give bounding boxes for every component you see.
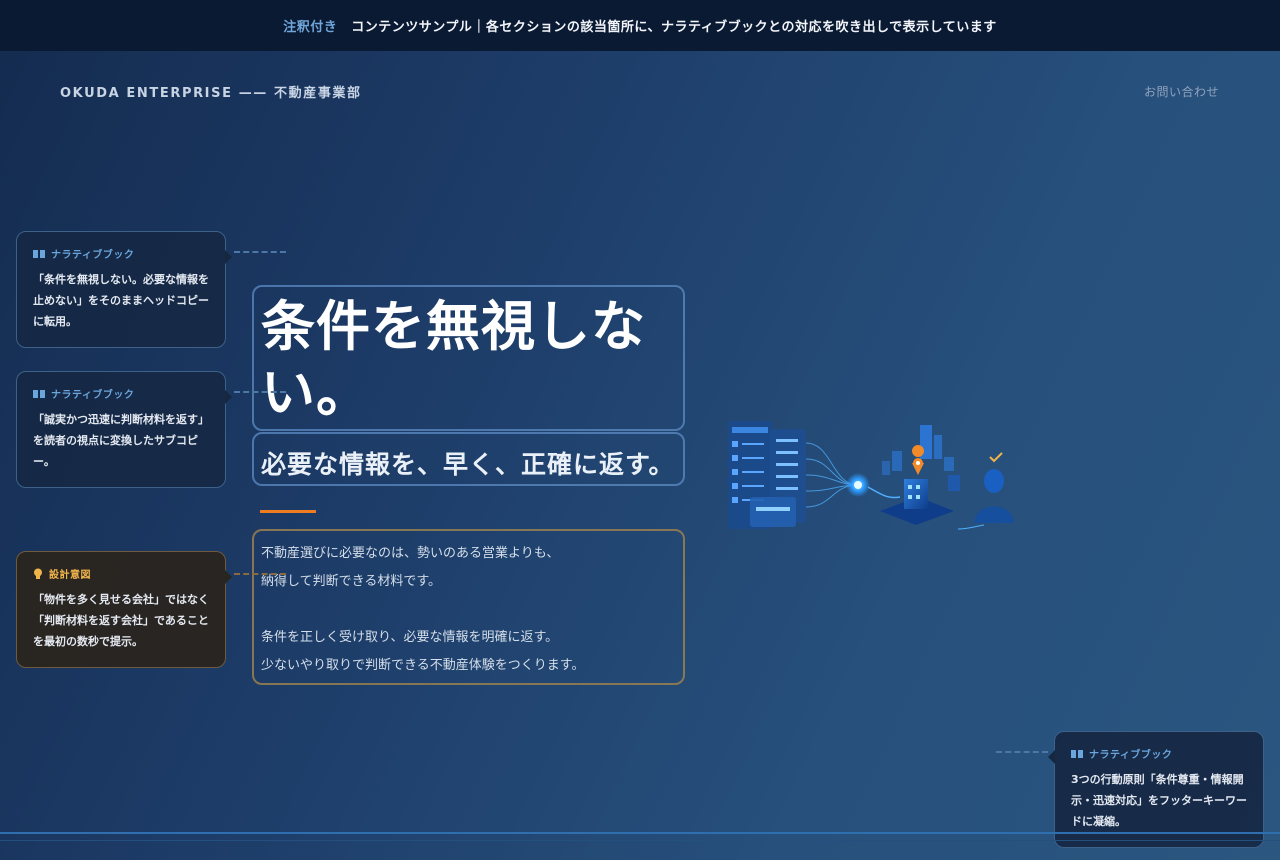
hero-lead: 不動産選びに必要なのは、勢いのある営業よりも、 納得して判断できる材料です。 条… [261,540,681,680]
lightbulb-icon [34,568,42,579]
lead-line: 不動産選びに必要なのは、勢いのある営業よりも、 [261,546,560,561]
book-icon [1071,749,1083,758]
annotation-tag: 注釈付き [283,20,338,35]
location-pin-icon [912,445,925,475]
data-flow-lines [805,442,859,508]
book-icon [33,249,45,258]
real-estate-data-illustration [728,421,1014,530]
note-text: 「条件を無視しない。必要な情報を止めない」をそのままヘッドコピーに転用。 [33,273,209,328]
note-text: 「物件を多く見せる会社」ではなく「判断材料を返す会社」であることを最初の数秒で提… [33,593,209,648]
annotation-banner: 注釈付き コンテンツサンプル｜各セクションの該当箇所に、ナラティブブックとの対応… [0,0,1280,51]
contact-link[interactable]: お問い合わせ [1144,83,1219,100]
checkmark-icon [989,452,1003,463]
accent-rule [260,510,316,513]
lead-line: 条件を正しく受け取り、必要な情報を明確に返す。 [261,630,559,645]
note-text: 「誠実かつ迅速に判断材料を返す」を読者の視点に変換したサブコピー。 [33,413,209,468]
hero-title: 条件を無視しない。 [261,295,646,424]
checklist-document-icon [728,421,806,529]
lead-line: 納得して判断できる材料です。 [261,574,442,589]
note-connector [234,573,286,575]
narrative-note-headline: ナラティブブック 「条件を無視しない。必要な情報を止めない」をそのままヘッドコピ… [16,231,232,348]
note-text: 3つの行動原則「条件尊重・情報開示・迅速対応」をフッターキーワードに凝縮。 [1071,773,1247,828]
book-icon [33,389,45,398]
design-intent-note: 設計意図 「物件を多く見せる会社」ではなく「判断材料を返す会社」であることを最初… [16,551,232,668]
footer-divider-secondary [0,840,1280,841]
note-label: ナラティブブック [51,390,135,401]
note-connector [234,391,286,393]
note-connector [234,251,286,253]
note-label: 設計意図 [49,570,91,581]
brand-logo-text[interactable]: OKUDA ENTERPRISE —— 不動産事業部 [60,82,362,101]
lead-line: 少ないやり取りで判断できる不動産体験をつくります。 [261,658,585,673]
hero-subtitle: 必要な情報を、早く、正確に返す。 [261,450,675,479]
footer-divider [0,832,1280,834]
building-cluster-icon [880,425,960,525]
note-label: ナラティブブック [1089,750,1173,761]
person-silhouette-icon [957,469,1014,530]
note-connector [996,751,1048,753]
note-label: ナラティブブック [51,250,135,261]
annotation-message: コンテンツサンプル｜各セクションの該当箇所に、ナラティブブックとの対応を吹き出し… [351,20,997,35]
narrative-note-subcopy: ナラティブブック 「誠実かつ迅速に判断材料を返す」を読者の視点に変換したサブコピ… [16,371,232,488]
narrative-note-footer: ナラティブブック 3つの行動原則「条件尊重・情報開示・迅速対応」をフッターキーワ… [1048,731,1264,848]
